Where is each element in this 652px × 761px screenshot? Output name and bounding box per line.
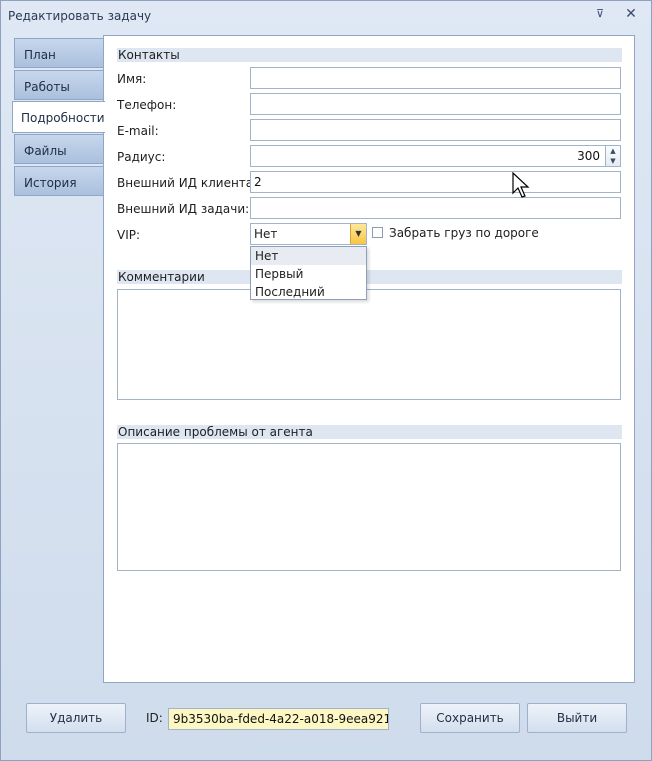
vip-option-none[interactable]: Нет (251, 247, 366, 265)
save-button[interactable]: Сохранить (420, 703, 520, 733)
mouse-cursor-icon (512, 172, 530, 198)
name-input[interactable] (250, 67, 621, 89)
agent-problem-textarea[interactable] (117, 443, 621, 571)
email-input[interactable] (250, 119, 621, 141)
task-ext-id-label: Внешний ИД задачи: (117, 202, 250, 216)
tab-history[interactable]: История (14, 166, 104, 196)
spin-down-icon[interactable]: ▼ (606, 156, 620, 166)
agent-problem-header: Описание проблемы от агента (117, 425, 622, 439)
client-ext-id-label: Внешний ИД клиента: (117, 176, 258, 190)
tab-label: Работы (24, 80, 70, 94)
tab-label: Подробности (21, 111, 105, 125)
vip-combobox[interactable]: Нет ▼ (250, 223, 367, 245)
tab-plan[interactable]: План (14, 38, 104, 68)
comments-header: Комментарии (117, 270, 622, 284)
close-icon[interactable]: ✕ (624, 7, 638, 21)
title-bar: Редактировать задачу ⊽ ✕ (1, 1, 651, 31)
radius-value: 300 (577, 149, 600, 163)
tab-files[interactable]: Файлы (14, 134, 104, 164)
pickup-checkbox[interactable] (372, 227, 383, 238)
email-label: E-mail: (117, 124, 159, 138)
phone-input[interactable] (250, 93, 621, 115)
radius-spin-buttons: ▲ ▼ (605, 146, 620, 166)
window-title: Редактировать задачу (8, 9, 152, 23)
vip-label: VIP: (117, 228, 141, 242)
pin-icon[interactable]: ⊽ (593, 7, 607, 21)
vip-dropdown-list: Нет Первый Последний (250, 246, 367, 300)
contacts-header: Контакты (117, 48, 622, 62)
chevron-down-icon[interactable]: ▼ (350, 224, 366, 244)
vip-selected-value: Нет (254, 227, 278, 241)
id-field[interactable]: 9b3530ba-fded-4a22-a018-9eea9212 (168, 708, 389, 730)
tab-label: План (24, 48, 56, 62)
vip-option-first[interactable]: Первый (251, 265, 366, 283)
radius-spin-input[interactable]: 300 ▲ ▼ (250, 145, 621, 167)
delete-button[interactable]: Удалить (26, 703, 126, 733)
name-label: Имя: (117, 72, 147, 86)
client-ext-id-input[interactable]: 2 (250, 171, 621, 193)
id-label: ID: (146, 711, 163, 725)
spin-up-icon[interactable]: ▲ (606, 146, 620, 156)
vip-option-last[interactable]: Последний (251, 283, 366, 301)
exit-button[interactable]: Выйти (527, 703, 627, 733)
comments-textarea[interactable] (117, 289, 621, 400)
task-ext-id-input[interactable] (250, 197, 621, 219)
pickup-checkbox-label[interactable]: Забрать груз по дороге (389, 226, 539, 240)
tab-label: История (24, 176, 77, 190)
phone-label: Телефон: (117, 98, 177, 112)
tab-label: Файлы (24, 144, 67, 158)
tab-works[interactable]: Работы (14, 70, 104, 100)
radius-label: Радиус: (117, 150, 166, 164)
tab-details[interactable]: Подробности (12, 101, 105, 133)
